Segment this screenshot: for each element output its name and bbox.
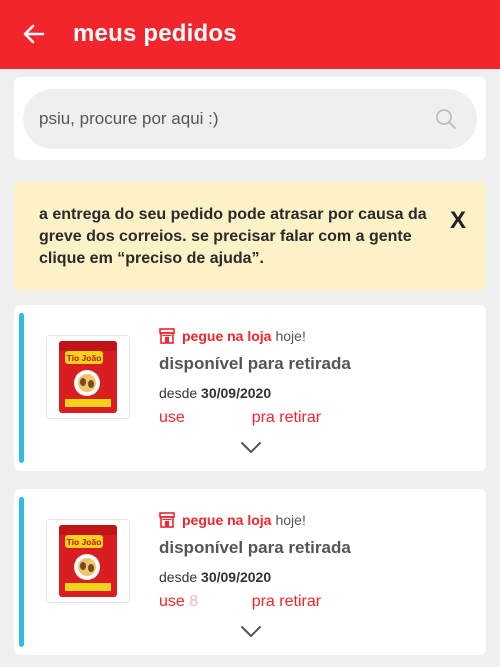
product-thumbnail[interactable]: Tio João <box>46 519 130 603</box>
order-status: disponível para retirada <box>159 538 351 557</box>
pickup-day: hoje! <box>275 328 306 344</box>
close-notice-button[interactable]: X <box>450 207 466 235</box>
app-bar: meus pedidos <box>0 0 500 69</box>
rice-package-image: Tio João <box>59 525 117 597</box>
code-prefix: use <box>159 409 185 426</box>
search-icon[interactable] <box>435 108 457 130</box>
search-card <box>14 77 486 160</box>
rice-package-image: Tio João <box>59 341 117 413</box>
chevron-down-icon[interactable] <box>240 441 262 455</box>
search-box <box>23 89 477 149</box>
store-icon <box>159 512 175 528</box>
product-brand: Tio João <box>67 353 102 363</box>
pickup-day: hoje! <box>275 512 306 528</box>
code-suffix: pra retirar <box>251 409 322 426</box>
order-status: disponível para retirada <box>159 354 351 373</box>
code-suffix: pra retirar <box>251 593 322 610</box>
page-title: meus pedidos <box>73 20 237 47</box>
order-date: 30/09/2020 <box>201 385 272 401</box>
product-thumbnail[interactable]: Tio João <box>46 335 130 419</box>
pickup-code-row: use 8 pra retirar <box>159 593 321 611</box>
search-input[interactable] <box>39 89 429 149</box>
store-icon <box>159 328 175 344</box>
status-accent-bar <box>19 313 24 463</box>
delivery-notice: a entrega do seu pedido pode atrasar por… <box>14 181 486 291</box>
product-brand: Tio João <box>67 537 102 547</box>
chevron-down-icon[interactable] <box>240 625 262 639</box>
order-date: 30/09/2020 <box>201 569 272 585</box>
pickup-label: pegue na loja <box>182 512 272 528</box>
store-pickup-row: pegue na loja hoje! <box>159 328 306 344</box>
date-prefix: desde <box>159 385 198 401</box>
order-date-row: desde 30/09/2020 <box>159 569 271 585</box>
pickup-code-row: use pra retirar <box>159 409 321 427</box>
order-card[interactable]: Tio João pegue na loja hoje! disponível … <box>14 305 486 471</box>
code-prefix: use <box>159 593 185 610</box>
arrow-left-icon[interactable] <box>22 22 46 46</box>
pickup-label: pegue na loja <box>182 328 272 344</box>
order-card[interactable]: Tio João pegue na loja hoje! disponível … <box>14 489 486 655</box>
store-pickup-row: pegue na loja hoje! <box>159 512 306 528</box>
masked-pickup-code: 8 <box>189 593 199 610</box>
order-date-row: desde 30/09/2020 <box>159 385 271 401</box>
status-accent-bar <box>19 497 24 647</box>
notice-text: a entrega do seu pedido pode atrasar por… <box>39 206 427 267</box>
date-prefix: desde <box>159 569 198 585</box>
